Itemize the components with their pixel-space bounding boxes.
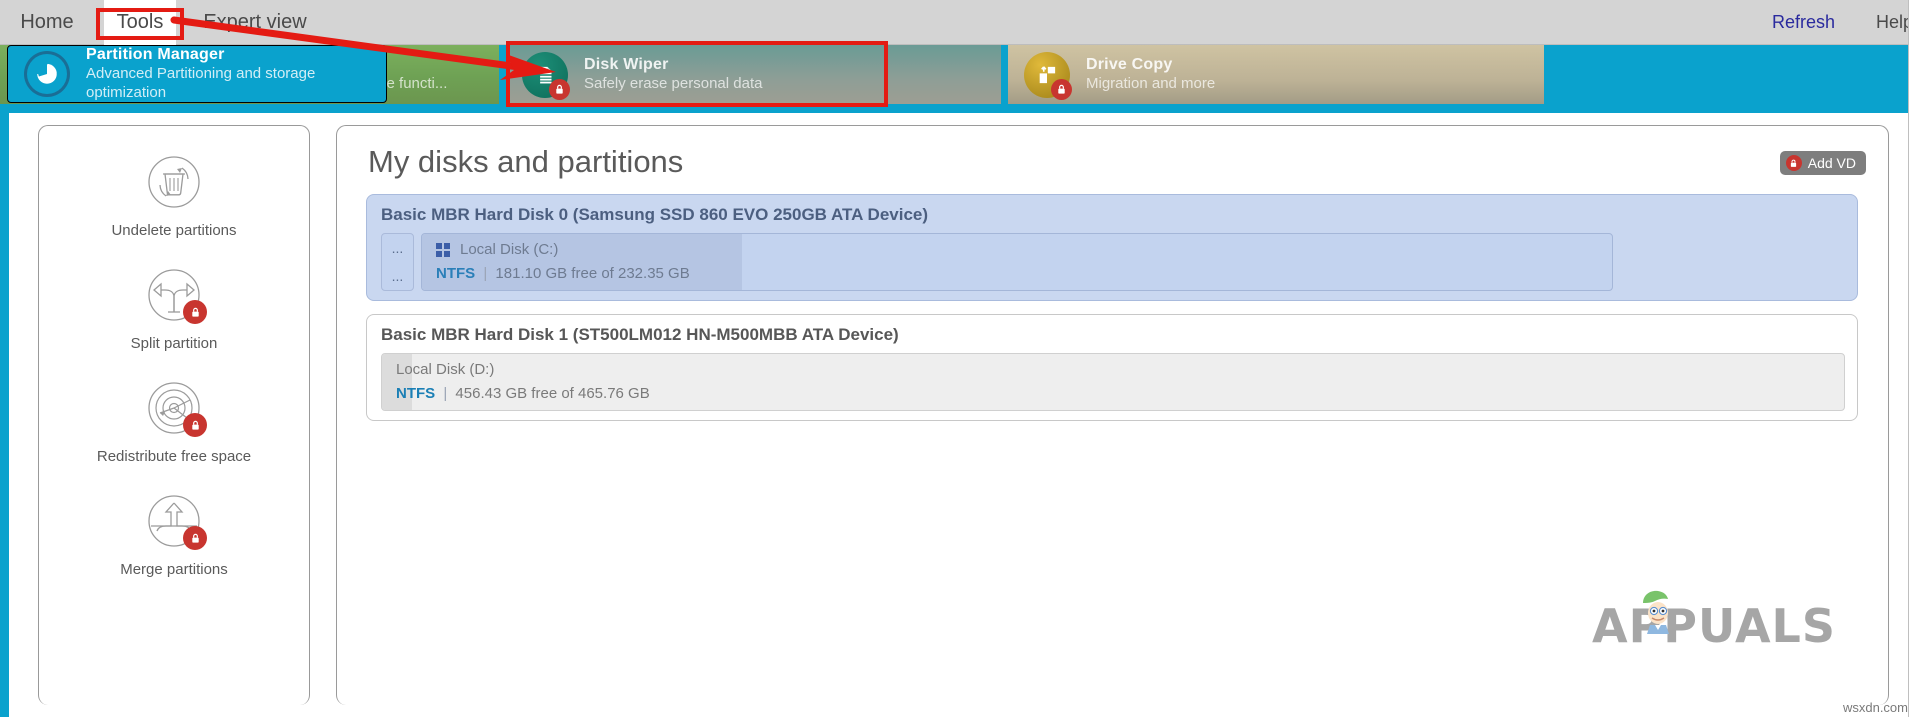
partition-label-row: Local Disk (D:) <box>396 361 1844 378</box>
product-wiper-title: Disk Wiper <box>584 56 669 74</box>
partition-info-row: NTFS | 456.43 GB free of 465.76 GB <box>396 385 1844 402</box>
tools-sidebar: Undelete partitions Split partition Redi… <box>38 125 310 705</box>
top-tab-bar: Home Tools Expert view Refresh Help <box>0 0 1931 45</box>
lock-icon <box>549 78 570 100</box>
mascot-icon <box>1642 590 1669 634</box>
product-strip: Backup & Recovery Create backup jobs, si… <box>0 45 1931 104</box>
sidebar-item-undelete-partitions[interactable]: Undelete partitions <box>39 126 309 239</box>
disk-row-0[interactable]: Basic MBR Hard Disk 0 (Samsung SSD 860 E… <box>366 194 1858 301</box>
refresh-link[interactable]: Refresh <box>1772 0 1835 45</box>
source-watermark: wsxdn.com <box>1842 700 1908 715</box>
add-vd-label: Add VD <box>1807 155 1856 171</box>
tab-tools[interactable]: Tools <box>104 0 176 45</box>
product-partition-text: Partition Manager Advanced Partitioning … <box>86 46 386 102</box>
pie-chart-icon <box>24 51 70 97</box>
sidebar-item-split-partition[interactable]: Split partition <box>39 239 309 352</box>
application-window: Home Tools Expert view Refresh Help Back… <box>0 0 1931 717</box>
partition-block-d[interactable]: Local Disk (D:) NTFS | 456.43 GB free of… <box>381 353 1845 411</box>
sidebar-item-label: Merge partitions <box>120 561 228 578</box>
reserved-ellipsis-bottom: ... <box>391 268 404 284</box>
filesystem-label: NTFS <box>396 385 436 402</box>
lock-icon <box>183 526 207 550</box>
sidebar-item-label: Undelete partitions <box>111 222 237 239</box>
sidebar-item-label: Split partition <box>130 335 218 352</box>
window-right-edge <box>1908 0 1931 717</box>
filesystem-label: NTFS <box>436 265 476 282</box>
product-wiper-text: Disk Wiper Safely erase personal data <box>584 55 762 94</box>
partition-info-row: NTFS | 181.10 GB free of 232.35 GB <box>436 265 1612 282</box>
product-partition-manager[interactable]: Partition Manager Advanced Partitioning … <box>7 45 387 103</box>
reserved-partition-block[interactable]: ... ... <box>381 233 414 291</box>
split-arrows-icon <box>144 265 207 325</box>
product-partition-title: Partition Manager <box>86 46 225 64</box>
tab-home[interactable]: Home <box>8 0 86 45</box>
product-drive-copy-title: Drive Copy <box>1086 56 1173 74</box>
product-wiper-subtitle: Safely erase personal data <box>584 75 763 93</box>
sidebar-item-label: Redistribute free space <box>96 448 252 465</box>
lock-icon <box>183 300 207 324</box>
body-area: Undelete partitions Split partition Redi… <box>0 104 1931 717</box>
disk-title: Basic MBR Hard Disk 0 (Samsung SSD 860 E… <box>381 205 929 224</box>
product-drive-copy[interactable]: Drive Copy Migration and more <box>1008 45 1544 104</box>
lock-icon <box>1785 155 1802 171</box>
product-disk-wiper[interactable]: Disk Wiper Safely erase personal data <box>506 45 1001 104</box>
disk-title: Basic MBR Hard Disk 1 (ST500LM012 HN-M50… <box>381 325 899 344</box>
partition-label: Local Disk (D:) <box>396 361 495 378</box>
partition-block-c[interactable]: Local Disk (C:) NTFS | 181.10 GB free of… <box>421 233 1613 291</box>
partition-label-row: Local Disk (C:) <box>436 241 1612 258</box>
windows-icon <box>436 242 450 257</box>
add-vd-button[interactable]: Add VD <box>1779 151 1866 175</box>
disk-row-1[interactable]: Basic MBR Hard Disk 1 (ST500LM012 HN-M50… <box>366 314 1858 421</box>
radar-pie-icon <box>144 378 207 438</box>
trash-restore-icon <box>144 152 204 212</box>
sidebar-item-merge-partitions[interactable]: Merge partitions <box>39 465 309 578</box>
separator: | <box>483 265 488 282</box>
capacity-label: 181.10 GB free of 232.35 GB <box>495 265 690 282</box>
partition-body: Local Disk (C:) NTFS | 181.10 GB free of… <box>422 234 1612 282</box>
drive-copy-icon <box>1024 51 1072 100</box>
partition-body: Local Disk (D:) NTFS | 456.43 GB free of… <box>382 354 1844 402</box>
appuals-watermark: APPUALS <box>1591 590 1836 653</box>
partition-label: Local Disk (C:) <box>460 241 559 258</box>
product-drive-copy-text: Drive Copy Migration and more <box>1086 55 1215 94</box>
document-shred-icon <box>522 51 570 100</box>
sidebar-item-redistribute-free-space[interactable]: Redistribute free space <box>39 352 309 465</box>
reserved-ellipsis-top: ... <box>391 240 404 256</box>
product-drive-copy-subtitle: Migration and more <box>1086 75 1216 93</box>
body-inner: Undelete partitions Split partition Redi… <box>9 113 1917 717</box>
capacity-label: 456.43 GB free of 465.76 GB <box>455 385 650 402</box>
lock-icon <box>1051 78 1072 100</box>
page-title: My disks and partitions <box>368 144 684 179</box>
merge-arrow-icon <box>144 491 207 551</box>
separator: | <box>443 385 448 402</box>
tab-expert-view[interactable]: Expert view <box>196 0 314 45</box>
lock-icon <box>183 413 207 437</box>
watermark-text: APPUALS <box>1591 599 1836 653</box>
product-partition-subtitle: Advanced Partitioning and storage optimi… <box>86 65 316 101</box>
disks-panel: My disks and partitions Add VD Basic MBR… <box>336 125 1889 705</box>
